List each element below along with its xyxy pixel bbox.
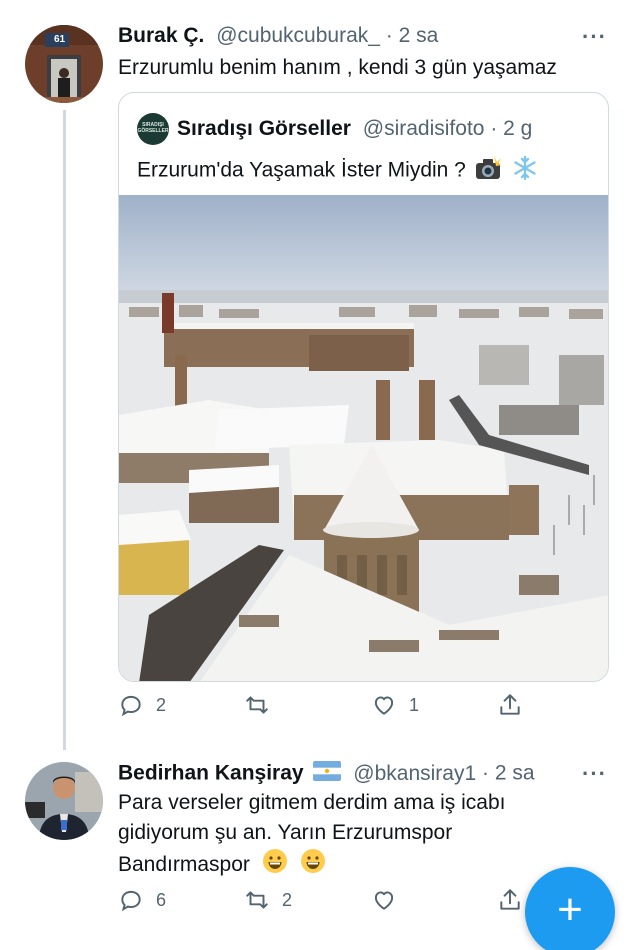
snowflake-emoji <box>512 155 538 187</box>
argentina-flag-icon <box>313 761 342 787</box>
grinning-face-emoji <box>262 848 288 883</box>
quoted-time[interactable]: 2 g <box>503 117 532 140</box>
compose-tweet-button[interactable]: + <box>525 867 615 950</box>
quoted-header: Sıradışı Görseller @siradisifoto · 2 g <box>177 117 532 141</box>
camera-flash-emoji <box>474 156 502 186</box>
author-handle[interactable]: @bkansiray1 <box>353 762 476 785</box>
quoted-text: Erzurum'da Yaşamak İster Miydin ? <box>137 158 466 182</box>
retweet-button[interactable] <box>244 690 282 720</box>
share-button[interactable] <box>497 885 523 915</box>
more-options-icon[interactable]: ··· <box>582 24 607 50</box>
tweet-actions: 6 2 <box>118 885 538 915</box>
tweet-text-line-row: Bandırmaspor <box>118 848 505 883</box>
retweet-count: 2 <box>282 889 293 910</box>
heart-icon <box>374 696 394 715</box>
tweet-time[interactable]: 2 sa <box>495 762 535 785</box>
reply-button[interactable]: 6 <box>118 885 166 915</box>
tweet-actions: 2 1 <box>118 690 538 720</box>
share-icon <box>500 694 520 715</box>
tweet-header: Burak Ç. @cubukcuburak_ · 2 sa <box>118 24 438 48</box>
erzurum-snow-photo[interactable] <box>119 195 609 682</box>
author-handle[interactable]: @cubukcuburak_ <box>216 24 380 47</box>
author-name[interactable]: Bedirhan Kanşiray <box>118 762 304 785</box>
like-count: 1 <box>409 694 420 715</box>
plus-icon: + <box>557 885 583 934</box>
avatar-photo <box>25 762 103 840</box>
quoted-author-name[interactable]: Sıradışı Görseller <box>177 117 351 140</box>
reply-count: 6 <box>156 889 167 910</box>
reply-icon <box>121 695 141 717</box>
tweet-text-line: Bandırmaspor <box>118 853 250 877</box>
quoted-avatar[interactable]: SIRADIŞI GÖRSELLER <box>137 113 169 145</box>
avatar[interactable]: 61 <box>25 25 103 103</box>
tweet-text-line: gidiyorum şu an. Yarın Erzurumspor <box>118 821 453 844</box>
author-name[interactable]: Burak Ç. <box>118 24 204 47</box>
reply-button[interactable]: 2 <box>118 690 166 720</box>
like-button[interactable]: 1 <box>371 690 419 720</box>
retweet-icon <box>246 696 268 714</box>
thread-line <box>63 110 66 750</box>
tweet-text: Para verseler gitmem derdim ama iş icabı… <box>118 788 505 883</box>
retweet-icon <box>246 891 268 909</box>
tweet-header: Bedirhan Kanşiray @bkansiray1 · 2 sa <box>118 761 535 787</box>
separator-dot: · <box>385 24 393 47</box>
quoted-author-handle[interactable]: @siradisifoto <box>363 117 485 140</box>
reply-icon <box>121 890 141 912</box>
quoted-tweet[interactable]: SIRADIŞI GÖRSELLER Sıradışı Görseller @s… <box>118 92 609 682</box>
separator-dot: · <box>481 761 489 785</box>
tweet-burak[interactable]: 61 Burak Ç. @cubukcuburak_ · 2 sa ··· Er… <box>0 0 635 750</box>
share-icon <box>500 889 520 910</box>
heart-icon <box>374 891 394 910</box>
tweet-time[interactable]: 2 sa <box>399 24 439 47</box>
avatar[interactable] <box>25 762 103 840</box>
share-button[interactable] <box>497 690 523 720</box>
grinning-face-emoji <box>300 848 326 883</box>
tweet-text-line: Para verseler gitmem derdim ama iş icabı <box>118 791 506 814</box>
reply-count: 2 <box>156 694 167 715</box>
more-options-icon[interactable]: ··· <box>582 761 607 787</box>
avatar-label: 61 <box>54 34 66 45</box>
separator-dot: · <box>490 117 498 140</box>
quoted-text-row: Erzurum'da Yaşamak İster Miydin ? <box>137 155 538 187</box>
like-button[interactable] <box>371 885 409 915</box>
tweet-text: Erzurumlu benim hanım , kendi 3 gün yaşa… <box>118 56 557 79</box>
retweet-button[interactable]: 2 <box>244 885 292 915</box>
